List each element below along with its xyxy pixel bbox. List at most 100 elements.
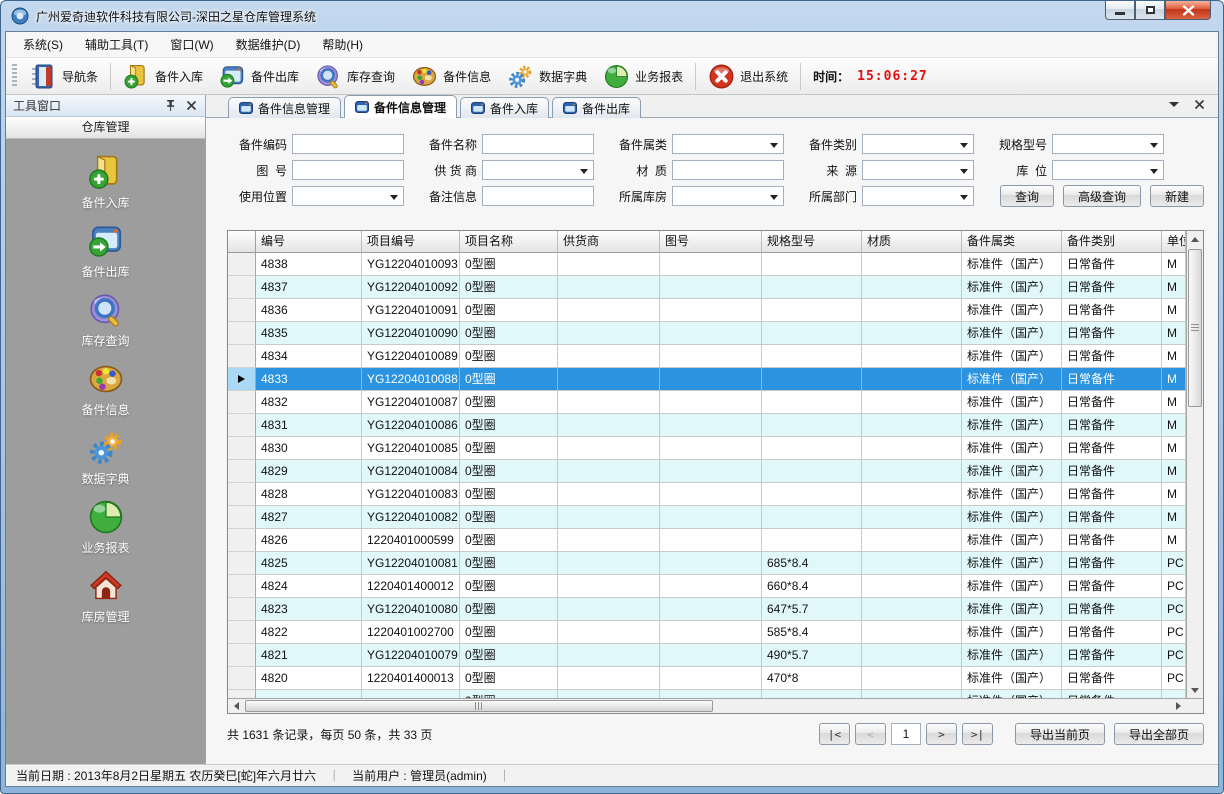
input-field[interactable] xyxy=(292,160,404,180)
table-row-partial[interactable]: 0型圈标准件（国产）日常备件 xyxy=(228,690,1186,698)
column-header-5[interactable]: 图号 xyxy=(660,231,762,253)
row-selector-cell[interactable] xyxy=(228,598,256,621)
next-page-button[interactable]: > xyxy=(926,723,957,745)
table-row[interactable]: 482612204010005990型圈标准件（国产）日常备件M xyxy=(228,529,1186,552)
toolbar-button-inventory-query[interactable]: 库存查询 xyxy=(307,60,403,93)
row-selector-cell[interactable] xyxy=(228,552,256,575)
menu-item-5[interactable]: 帮助(H) xyxy=(311,32,374,57)
table-row[interactable]: 4831YG122040100860型圈标准件（国产）日常备件M xyxy=(228,414,1186,437)
table-row[interactable]: 482212204010027000型圈585*8.4标准件（国产）日常备件PC xyxy=(228,621,1186,644)
tool-window-close-icon[interactable] xyxy=(185,99,198,112)
tab-close-icon[interactable] xyxy=(1193,98,1206,111)
table-row[interactable]: 4823YG122040100800型圈647*5.7标准件（国产）日常备件PC xyxy=(228,598,1186,621)
row-selector-cell[interactable] xyxy=(228,391,256,414)
toolbar-button-spare-in[interactable]: 备件入库 xyxy=(115,60,211,93)
table-row[interactable]: 4821YG122040100790型圈490*5.7标准件（国产）日常备件PC xyxy=(228,644,1186,667)
export-current-page-button[interactable]: 导出当前页 xyxy=(1015,723,1105,745)
first-page-button[interactable]: |< xyxy=(819,723,850,745)
advanced-query-button[interactable]: 高级查询 xyxy=(1063,185,1141,207)
sidebar-item-spare-info[interactable]: 备件信息 xyxy=(6,360,205,429)
select-field[interactable] xyxy=(672,186,784,206)
horizontal-scrollbar-thumb[interactable] xyxy=(245,700,713,712)
input-field[interactable] xyxy=(482,134,594,154)
column-header-3[interactable]: 项目名称 xyxy=(460,231,558,253)
close-button[interactable] xyxy=(1165,1,1211,20)
toolbar-button-spare-out[interactable]: 备件出库 xyxy=(211,60,307,93)
vertical-scrollbar[interactable] xyxy=(1186,231,1203,698)
table-row[interactable]: 4835YG122040100900型圈标准件（国产）日常备件M xyxy=(228,322,1186,345)
toolbar-button-business-report[interactable]: 业务报表 xyxy=(595,60,691,93)
select-field[interactable] xyxy=(862,186,974,206)
row-selector-cell[interactable] xyxy=(228,644,256,667)
sidebar-item-spare-in[interactable]: 备件入库 xyxy=(6,153,205,222)
sidebar-item-business-report[interactable]: 业务报表 xyxy=(6,498,205,567)
row-selector-cell[interactable] xyxy=(228,529,256,552)
row-selector-cell[interactable] xyxy=(228,414,256,437)
table-row[interactable]: 4825YG122040100810型圈685*8.4标准件（国产）日常备件PC xyxy=(228,552,1186,575)
table-row[interactable]: 4830YG122040100850型圈标准件（国产）日常备件M xyxy=(228,437,1186,460)
input-field[interactable] xyxy=(292,134,404,154)
row-selector-cell[interactable] xyxy=(228,460,256,483)
sidebar-item-data-dictionary[interactable]: 数据字典 xyxy=(6,429,205,498)
table-row[interactable]: 4828YG122040100830型圈标准件（国产）日常备件M xyxy=(228,483,1186,506)
column-header-2[interactable]: 项目编号 xyxy=(362,231,460,253)
row-selector-cell[interactable] xyxy=(228,299,256,322)
select-field[interactable] xyxy=(292,186,404,206)
toolbar-button-data-dictionary[interactable]: 数据字典 xyxy=(499,60,595,93)
table-row[interactable]: 4836YG122040100910型圈标准件（国产）日常备件M xyxy=(228,299,1186,322)
menu-item-2[interactable]: 辅助工具(T) xyxy=(74,32,159,57)
tab-list-dropdown-icon[interactable] xyxy=(1169,102,1179,107)
select-field[interactable] xyxy=(482,160,594,180)
last-page-button[interactable]: >| xyxy=(962,723,993,745)
row-selector-cell[interactable] xyxy=(228,276,256,299)
sidebar-item-warehouse[interactable]: 库房管理 xyxy=(6,567,205,636)
row-selector-cell[interactable] xyxy=(228,437,256,460)
table-row[interactable]: 4832YG122040100870型圈标准件（国产）日常备件M xyxy=(228,391,1186,414)
column-header-7[interactable]: 材质 xyxy=(862,231,962,253)
row-selector-cell[interactable] xyxy=(228,621,256,644)
row-selector-cell[interactable] xyxy=(228,667,256,690)
input-field[interactable] xyxy=(482,186,594,206)
select-field[interactable] xyxy=(862,160,974,180)
sidebar-item-inventory-query[interactable]: 库存查询 xyxy=(6,291,205,360)
toolbar-button-navbar[interactable]: 导航条 xyxy=(22,60,106,93)
row-selector-cell[interactable] xyxy=(228,575,256,598)
tab-4[interactable]: 备件出库 xyxy=(552,97,641,118)
scroll-down-icon[interactable] xyxy=(1187,682,1203,698)
scroll-left-icon[interactable] xyxy=(228,699,244,713)
page-number-input[interactable]: 1 xyxy=(891,723,921,745)
row-selector-cell[interactable] xyxy=(228,345,256,368)
column-header-9[interactable]: 备件类别 xyxy=(1062,231,1162,253)
column-header-4[interactable]: 供货商 xyxy=(558,231,660,253)
select-field[interactable] xyxy=(862,134,974,154)
input-field[interactable] xyxy=(672,160,784,180)
row-selector-cell[interactable] xyxy=(228,368,256,391)
toolbar-grip-handle[interactable] xyxy=(12,64,17,88)
table-row[interactable]: 4827YG122040100820型圈标准件（国产）日常备件M xyxy=(228,506,1186,529)
table-row[interactable]: 4829YG122040100840型圈标准件（国产）日常备件M xyxy=(228,460,1186,483)
menu-item-1[interactable]: 系统(S) xyxy=(12,32,74,57)
table-row[interactable]: 4838YG122040100930型圈标准件（国产）日常备件M xyxy=(228,253,1186,276)
column-header-6[interactable]: 规格型号 xyxy=(762,231,862,253)
prev-page-button[interactable]: < xyxy=(855,723,886,745)
toolbar-button-exit[interactable]: 退出系统 xyxy=(700,60,796,93)
row-selector-cell[interactable] xyxy=(228,506,256,529)
query-button[interactable]: 查询 xyxy=(1000,185,1054,207)
tab-2[interactable]: 备件信息管理 xyxy=(344,95,457,118)
table-row[interactable]: 482412204014000120型圈660*8.4标准件（国产）日常备件PC xyxy=(228,575,1186,598)
table-row[interactable]: 4834YG122040100890型圈标准件（国产）日常备件M xyxy=(228,345,1186,368)
export-all-pages-button[interactable]: 导出全部页 xyxy=(1114,723,1204,745)
tab-3[interactable]: 备件入库 xyxy=(460,97,549,118)
scroll-right-icon[interactable] xyxy=(1170,699,1186,713)
scroll-up-icon[interactable] xyxy=(1187,231,1203,247)
row-selector-cell[interactable] xyxy=(228,322,256,345)
select-field[interactable] xyxy=(672,134,784,154)
tab-1[interactable]: 备件信息管理 xyxy=(228,97,341,118)
menu-item-4[interactable]: 数据维护(D) xyxy=(225,32,312,57)
sidebar-item-spare-out[interactable]: 备件出库 xyxy=(6,222,205,291)
select-field[interactable] xyxy=(1052,134,1164,154)
maximize-button[interactable] xyxy=(1135,1,1165,20)
pin-icon[interactable] xyxy=(164,99,177,112)
row-selector-cell[interactable] xyxy=(228,253,256,276)
table-row[interactable]: 4837YG122040100920型圈标准件（国产）日常备件M xyxy=(228,276,1186,299)
